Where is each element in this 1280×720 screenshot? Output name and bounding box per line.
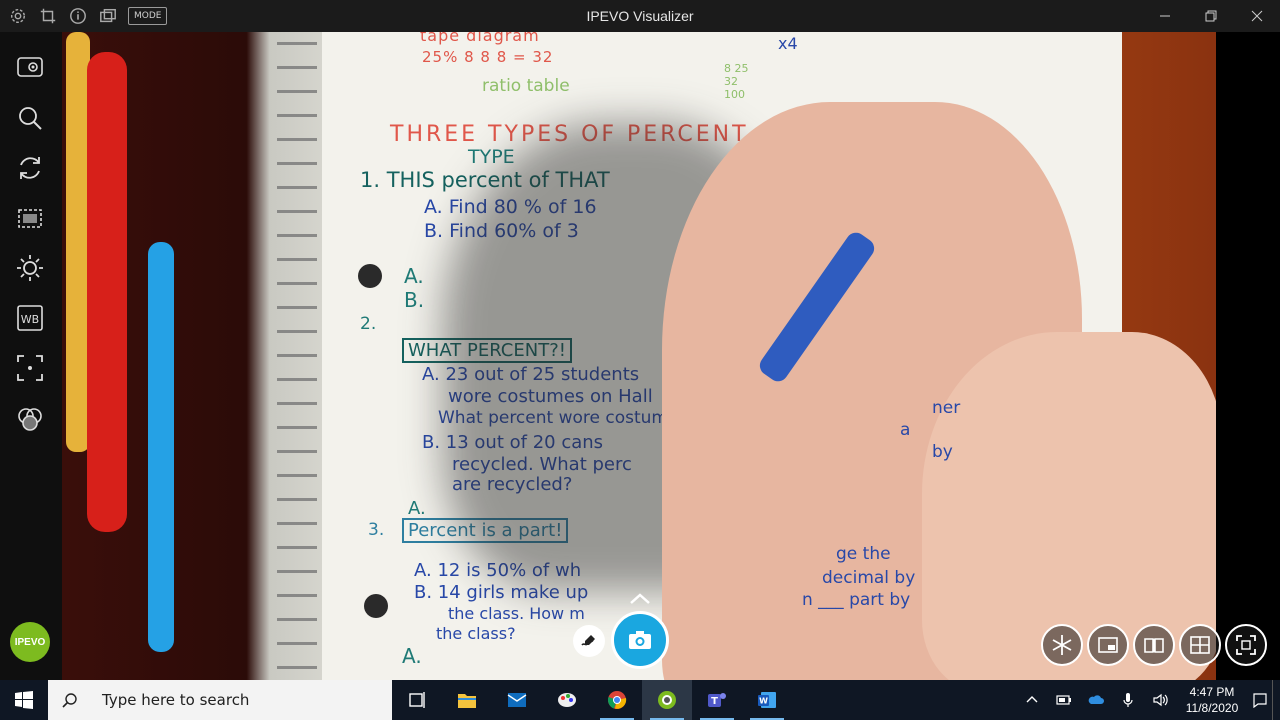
camera-source-icon[interactable] <box>13 50 47 84</box>
search-icon <box>62 693 77 708</box>
red-marker-image <box>87 52 127 532</box>
note-answer3: A. <box>402 644 422 668</box>
search-placeholder: Type here to search <box>102 691 250 709</box>
binder-hole <box>358 264 382 288</box>
camera-icon <box>629 631 651 649</box>
freeze-icon[interactable] <box>1041 624 1083 666</box>
show-desktop-button[interactable] <box>1272 680 1280 720</box>
note-item3b-line3: the class? <box>436 624 516 643</box>
binder-hole <box>364 594 388 618</box>
taskbar-search-box[interactable]: Type here to search <box>48 680 392 720</box>
notebook-spiral <box>277 32 317 680</box>
ipevo-visualizer-icon[interactable] <box>642 680 692 720</box>
title-bar: MODE IPEVO Visualizer <box>0 0 1280 32</box>
note-side-line4: by <box>932 442 953 462</box>
note-answer-b: B. <box>404 288 425 312</box>
system-tray: 4:47 PM 11/8/2020 <box>1016 680 1280 720</box>
note-tape-diagram: tape diagram <box>420 32 540 45</box>
file-explorer-icon[interactable] <box>442 680 492 720</box>
notifications-icon[interactable] <box>1248 680 1272 720</box>
volume-icon[interactable] <box>1144 680 1176 720</box>
note-side-line5: ner <box>932 398 961 418</box>
book-mode-icon[interactable] <box>1133 624 1175 666</box>
minimize-button[interactable] <box>1142 0 1188 32</box>
annotation-pen-icon[interactable] <box>573 625 605 657</box>
camera-live-view[interactable]: tape diagram 25% 8 8 8 = 32 ratio table … <box>62 32 1216 680</box>
focus-icon[interactable] <box>13 351 47 385</box>
clock-date: 11/8/2020 <box>1185 701 1239 715</box>
clock[interactable]: 4:47 PM 11/8/2020 <box>1176 684 1248 716</box>
note-answer2: A. <box>408 498 426 519</box>
taskbar-apps: T W <box>392 680 792 720</box>
windows-taskbar: Type here to search T W 4:47 PM 11/8/202… <box>0 680 1280 720</box>
crop-icon[interactable] <box>13 201 47 235</box>
paint-icon[interactable] <box>542 680 592 720</box>
restore-button[interactable] <box>1188 0 1234 32</box>
note-ratio-table: ratio table <box>482 76 570 96</box>
note-side-line3: n ___ part by <box>802 590 911 610</box>
note-side-line2: decimal by <box>822 568 916 588</box>
chrome-icon[interactable] <box>592 680 642 720</box>
chevron-up-icon[interactable] <box>1016 680 1048 720</box>
left-toolbar: WB IPEVO <box>0 32 62 680</box>
note-ratio-cells: 8 25 32 100 <box>724 62 749 101</box>
window-controls <box>1142 0 1280 32</box>
svg-text:W: W <box>759 697 768 706</box>
teams-icon[interactable]: T <box>692 680 742 720</box>
windows-logo-icon <box>15 691 33 709</box>
word-icon[interactable]: W <box>742 680 792 720</box>
grid-view-icon[interactable] <box>1179 624 1221 666</box>
note-answer-a: A. <box>404 264 424 288</box>
battery-icon[interactable] <box>1048 680 1080 720</box>
blue-marker-image <box>148 242 174 652</box>
view-tools <box>1041 624 1267 666</box>
svg-text:T: T <box>711 696 718 707</box>
note-side-line1: ge the <box>836 544 891 564</box>
note-item3-number: 3. <box>368 520 385 540</box>
clock-time: 4:47 PM <box>1189 685 1235 699</box>
task-view-icon[interactable] <box>392 680 442 720</box>
start-button[interactable] <box>0 680 48 720</box>
rotate-icon[interactable] <box>13 151 47 185</box>
right-letterbox <box>1216 32 1280 680</box>
capture-snapshot-button[interactable] <box>611 611 669 669</box>
onedrive-icon[interactable] <box>1080 680 1112 720</box>
note-tape-values: 25% 8 8 8 = 32 <box>422 48 554 66</box>
brightness-icon[interactable] <box>13 251 47 285</box>
zoom-icon[interactable] <box>13 101 47 135</box>
window-title: IPEVO Visualizer <box>586 8 694 24</box>
whiteboard-icon[interactable]: WB <box>13 301 47 335</box>
note-item2-number: 2. <box>360 314 377 334</box>
note-side-line6: a <box>900 420 911 440</box>
mail-icon[interactable] <box>492 680 542 720</box>
ipevo-logo-button[interactable]: IPEVO <box>10 622 50 662</box>
color-filter-icon[interactable] <box>13 401 47 435</box>
picture-in-picture-icon[interactable] <box>1087 624 1129 666</box>
microphone-icon[interactable] <box>1112 680 1144 720</box>
chevron-up-icon[interactable] <box>628 590 652 606</box>
whiteboard-label: WB <box>21 313 39 326</box>
note-times4: x4 <box>778 34 798 53</box>
fullscreen-icon[interactable] <box>1225 624 1267 666</box>
note-item3b-line2: the class. How m <box>448 604 585 623</box>
close-button[interactable] <box>1234 0 1280 32</box>
